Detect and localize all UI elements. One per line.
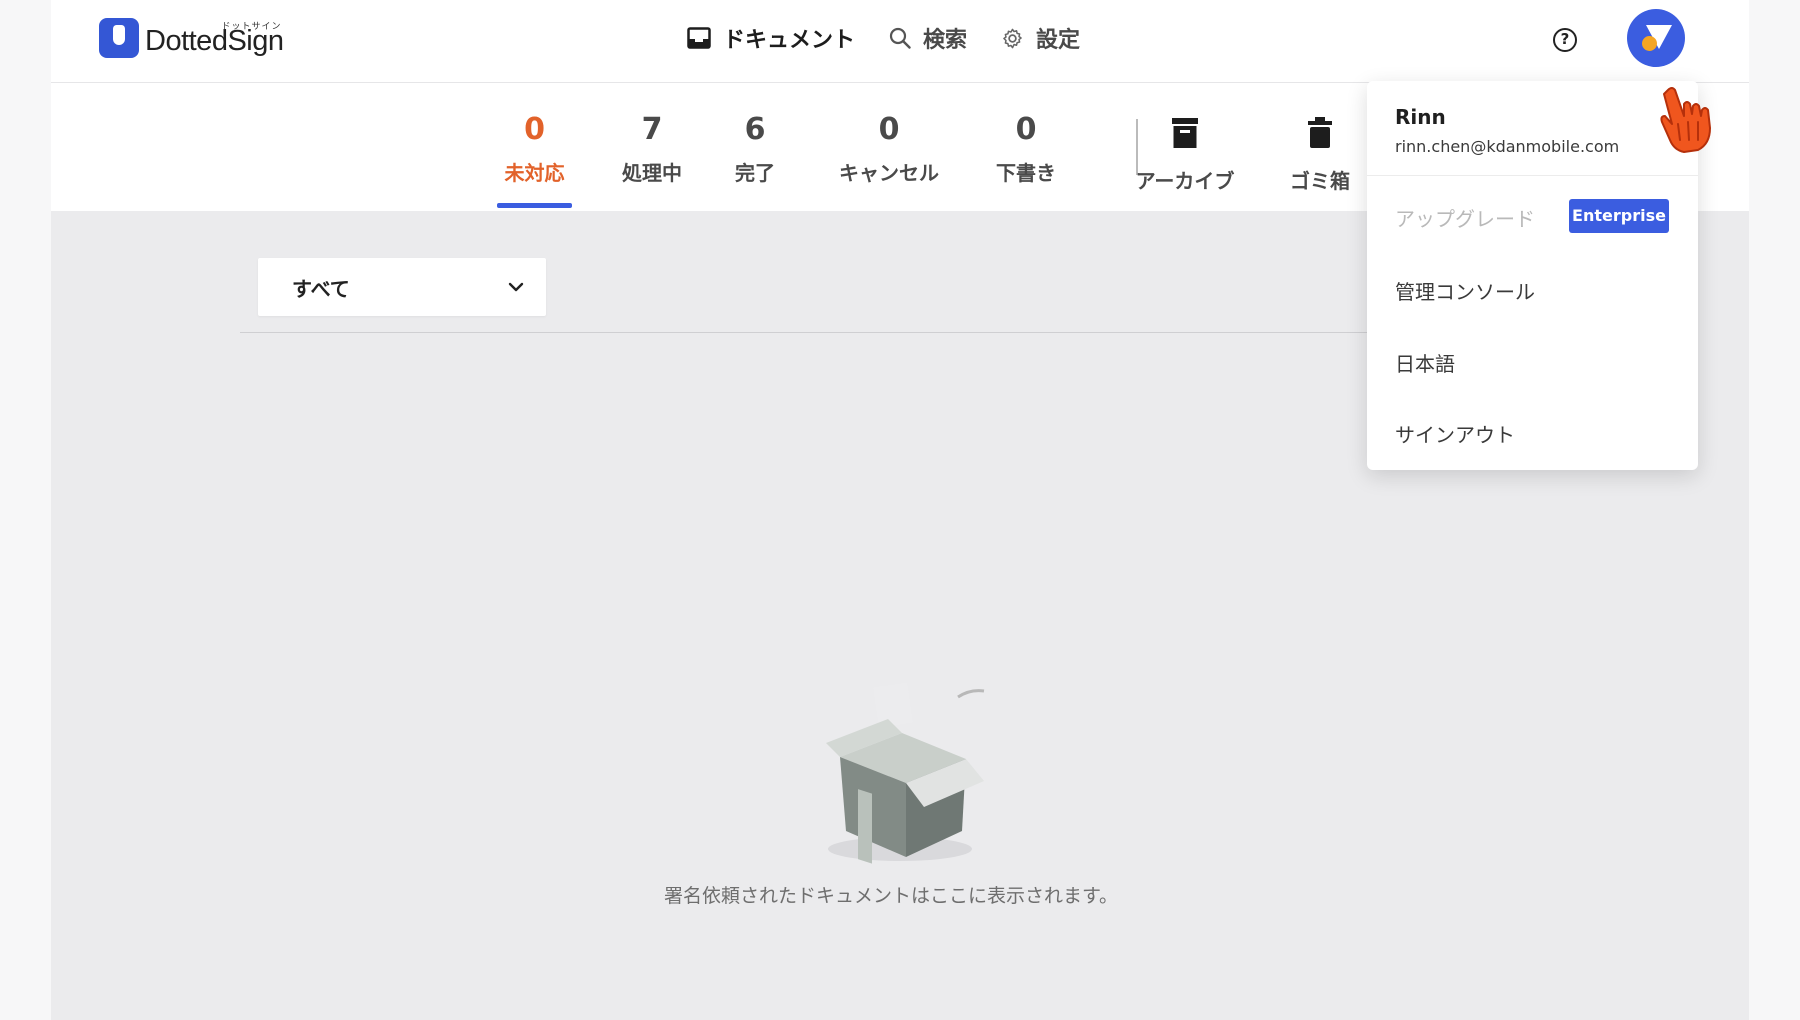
tab-label: ゴミ箱: [1290, 169, 1350, 193]
logo-kana: ドットサイン: [221, 22, 282, 32]
archive-icon: [1172, 118, 1198, 148]
empty-box-illustration: [826, 682, 985, 864]
tab-trash[interactable]: ゴミ箱: [1275, 117, 1365, 194]
menu-admin-console[interactable]: 管理コンソール: [1395, 276, 1535, 305]
filter-dropdown[interactable]: すべて: [258, 258, 546, 316]
nav-documents-label: ドキュメント: [723, 28, 856, 53]
tab-cancelled[interactable]: 0 キャンセル: [824, 113, 954, 186]
app-logo[interactable]: ドットサイン DottedSign: [99, 18, 284, 58]
logo-wordmark: ドットサイン DottedSign: [145, 22, 284, 58]
nav-settings-label: 設定: [1036, 28, 1081, 53]
user-info: Rinn rinn.chen@kdanmobile.com: [1367, 81, 1698, 176]
hand-cursor-icon: [1660, 87, 1711, 153]
help-icon[interactable]: ?: [1553, 28, 1577, 52]
tab-count: 0: [878, 112, 900, 147]
tab-archive[interactable]: アーカイブ: [1115, 117, 1255, 194]
nav-search[interactable]: 検索: [889, 22, 967, 54]
user-name: Rinn: [1395, 105, 1446, 129]
inbox-icon: [687, 27, 711, 49]
tab-label: 完了: [735, 161, 775, 185]
tab-count: 7: [641, 112, 663, 147]
tab-count: 0: [1015, 112, 1037, 147]
menu-upgrade[interactable]: アップグレード: [1395, 203, 1535, 232]
menu-language[interactable]: 日本語: [1395, 348, 1455, 377]
tab-completed[interactable]: 6 完了: [725, 113, 785, 186]
logo-icon: [99, 18, 139, 58]
tab-count: 6: [744, 112, 766, 147]
empty-state-message: 署名依頼されたドキュメントはここに表示されます。: [663, 885, 1119, 907]
search-icon: [889, 27, 911, 49]
tab-drafts[interactable]: 0 下書き: [981, 113, 1071, 186]
plan-badge[interactable]: Enterprise: [1569, 199, 1669, 233]
app-window: ドットサイン DottedSign ドキュメント 検索 設定 ? 0 未対応 7…: [0, 0, 1800, 1020]
divider: [240, 332, 1540, 333]
user-menu: Rinn rinn.chen@kdanmobile.com アップグレード En…: [1367, 81, 1698, 470]
tab-label: アーカイブ: [1135, 169, 1235, 193]
tab-label: 下書き: [996, 161, 1056, 185]
user-avatar[interactable]: [1627, 9, 1685, 67]
chevron-down-icon: [508, 282, 524, 292]
left-gutter: [0, 0, 51, 1020]
filter-selected-value: すべて: [292, 276, 350, 301]
top-header: ドットサイン DottedSign ドキュメント 検索 設定 ?: [51, 0, 1749, 83]
tab-count: 0: [524, 112, 545, 147]
tab-label: キャンセル: [839, 161, 939, 185]
nav-search-label: 検索: [923, 28, 968, 53]
tab-pending[interactable]: 0 未対応: [497, 113, 572, 186]
nav-settings[interactable]: 設定: [1001, 22, 1080, 54]
user-email: rinn.chen@kdanmobile.com: [1395, 137, 1620, 156]
trash-icon: [1308, 117, 1332, 148]
tab-in-progress[interactable]: 7 処理中: [612, 113, 692, 186]
avatar-logo-dot: [1642, 36, 1657, 51]
tab-label: 処理中: [622, 161, 682, 185]
right-gutter: [1749, 0, 1800, 1020]
active-tab-indicator: [497, 203, 572, 208]
tab-label: 未対応: [504, 161, 565, 185]
main-nav: ドキュメント 検索 設定: [687, 22, 1114, 54]
gear-icon: [1003, 28, 1022, 48]
menu-sign-out[interactable]: サインアウト: [1395, 419, 1515, 448]
nav-documents[interactable]: ドキュメント: [687, 22, 855, 54]
